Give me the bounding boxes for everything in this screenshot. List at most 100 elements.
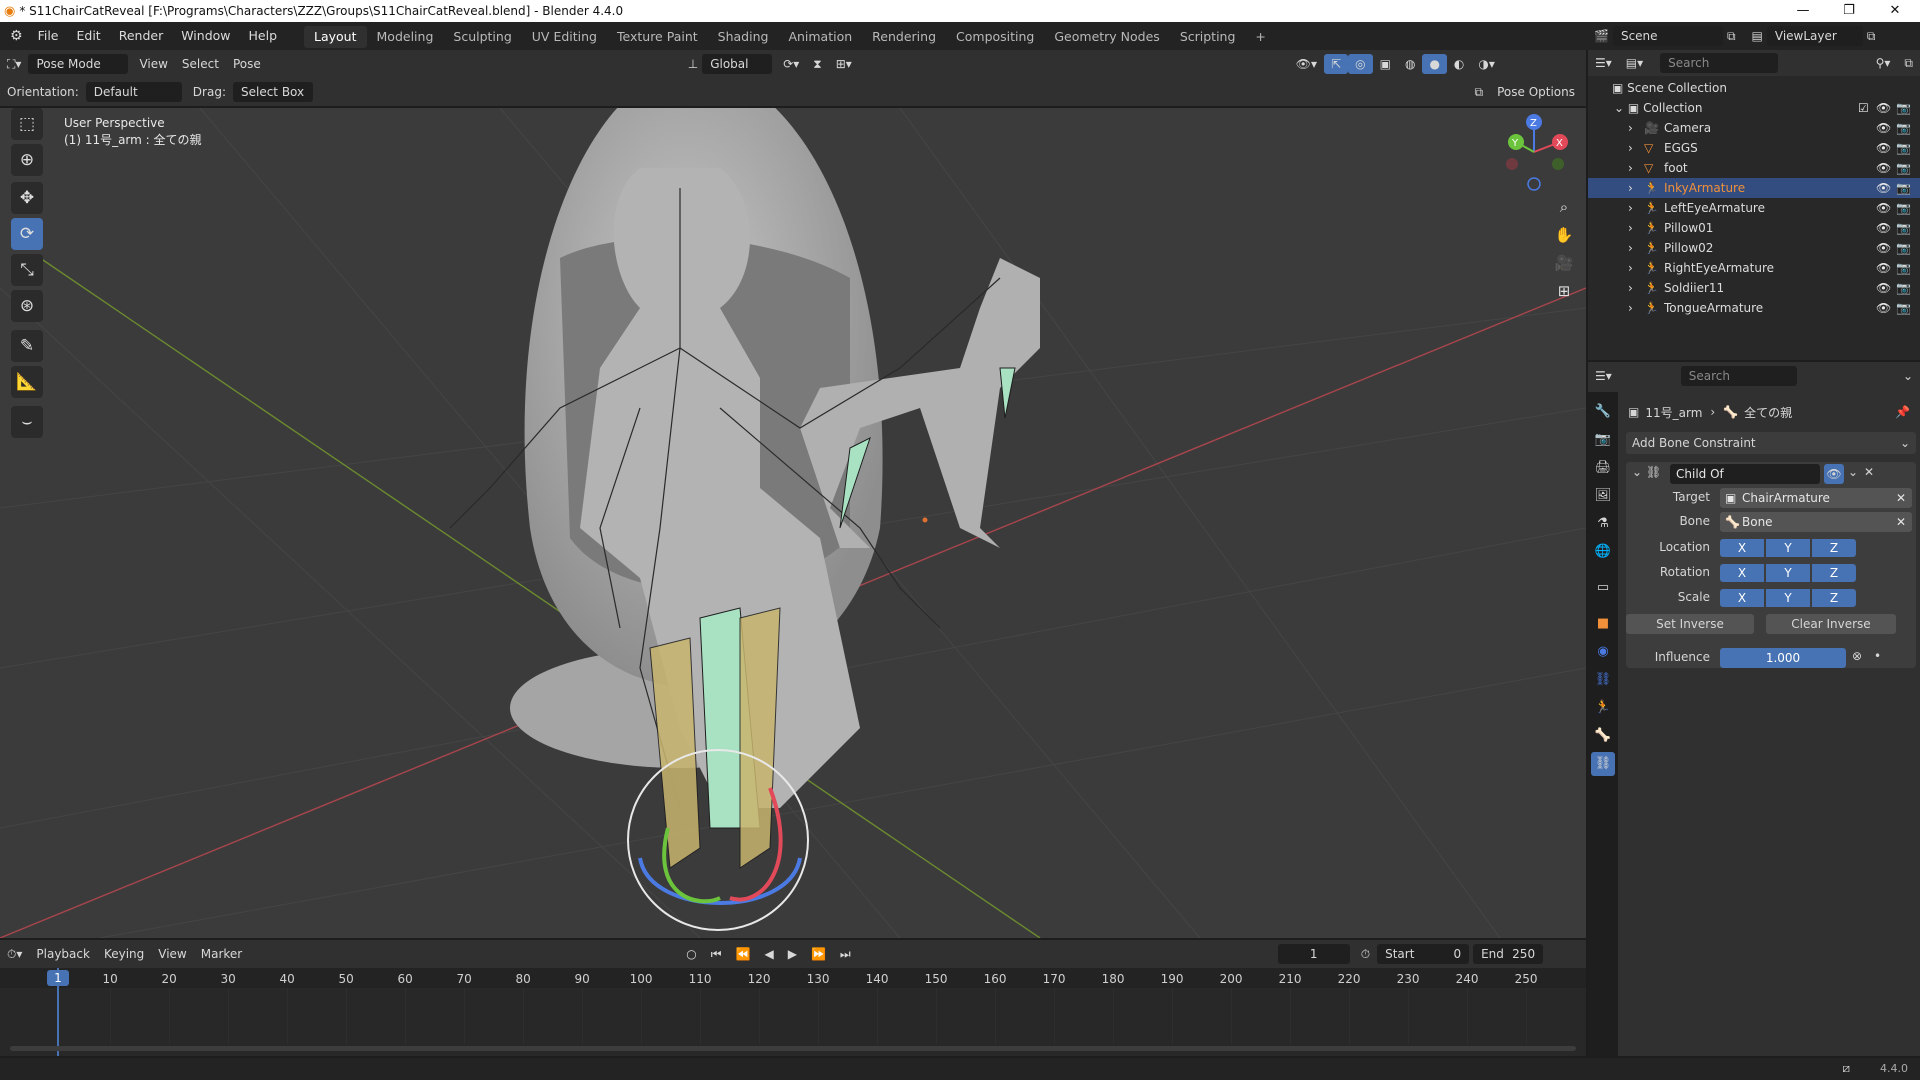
scale-x-toggle[interactable]: X <box>1720 589 1764 607</box>
outliner-item-inkyarmature[interactable]: › 🏃 InkyArmature 👁 📷 <box>1588 178 1920 198</box>
menu-edit[interactable]: Edit <box>67 22 109 50</box>
view-layer-tab-icon[interactable]: 🖼 <box>1591 484 1615 508</box>
expand-icon[interactable]: › <box>1628 178 1633 198</box>
camera-render-icon[interactable]: 📷 <box>1896 258 1911 278</box>
expand-icon[interactable]: › <box>1628 138 1633 158</box>
bone-roll-tool[interactable]: ⌣ <box>11 406 43 438</box>
expand-icon[interactable]: › <box>1628 118 1633 138</box>
eye-icon[interactable]: 👁 <box>1876 258 1891 278</box>
expand-icon[interactable]: › <box>1628 198 1633 218</box>
pan-hand-icon[interactable]: ✋ <box>1551 222 1577 248</box>
tab-sculpting[interactable]: Sculpting <box>443 26 521 48</box>
timeline-view-menu[interactable]: View <box>151 944 193 964</box>
display-mode-icon[interactable]: ▤▾ <box>1619 53 1650 73</box>
end-frame-field[interactable]: End 250 <box>1473 944 1544 964</box>
camera-view-icon[interactable]: 🎥 <box>1551 250 1577 276</box>
collapse-icon[interactable]: ⌄ <box>1632 465 1642 479</box>
play-reverse-icon[interactable]: ◀ <box>757 944 780 964</box>
rotate-tool[interactable]: ⟳ <box>11 218 43 250</box>
camera-render-icon[interactable]: 📷 <box>1896 278 1911 298</box>
viewport-canvas[interactable] <box>0 108 1586 938</box>
exclude-checkbox[interactable]: ☑ <box>1858 98 1869 118</box>
outliner-item-soldiier11[interactable]: › 🏃 Soldiier11 👁 📷 <box>1588 278 1920 298</box>
object-constraint-tab-icon[interactable]: ⛓ <box>1591 668 1615 692</box>
select-menu[interactable]: Select <box>175 54 226 74</box>
outliner-item-foot[interactable]: › ▽ foot 👁 📷 <box>1588 158 1920 178</box>
outliner-search[interactable]: Search <box>1660 53 1779 73</box>
mode-selector[interactable]: Pose Mode <box>28 54 129 74</box>
expand-icon[interactable]: › <box>1628 218 1633 238</box>
expand-icon[interactable]: › <box>1628 158 1633 178</box>
xray-icon[interactable]: ▣ <box>1373 54 1398 74</box>
new-collection-icon[interactable]: ⧉ <box>1897 53 1920 73</box>
target-field[interactable]: ChairArmature ▣ ✕ <box>1720 488 1912 508</box>
scale-z-toggle[interactable]: Z <box>1812 589 1856 607</box>
scene-selector[interactable]: Scene <box>1612 26 1723 46</box>
disable-keep-transform-icon[interactable]: ⊗ <box>1852 649 1862 663</box>
outliner-editor-icon[interactable]: ☰▾ <box>1588 53 1619 73</box>
timeline-editor-icon[interactable]: ⏱▾ <box>0 944 29 964</box>
preview-range-icon[interactable]: ⏱ <box>1354 944 1377 964</box>
close-button[interactable]: ✕ <box>1872 0 1918 22</box>
eye-icon[interactable]: 👁 <box>1876 298 1891 318</box>
output-tab-icon[interactable]: 🖨 <box>1591 456 1615 480</box>
outliner-item-tonguearmature[interactable]: › 🏃 TongueArmature 👁 📷 <box>1588 298 1920 318</box>
editor-type-icon[interactable]: ⛶▾ <box>0 54 28 74</box>
camera-render-icon[interactable]: 📷 <box>1896 298 1911 318</box>
object-tab-icon[interactable]: ■ <box>1591 612 1615 636</box>
gizmo-toggle-icon[interactable]: ⇱ <box>1324 54 1349 74</box>
influence-slider[interactable]: 1.000 <box>1720 648 1846 668</box>
shading-render-icon[interactable]: ◑▾ <box>1471 54 1502 74</box>
playback-menu[interactable]: Playback <box>29 944 97 964</box>
new-scene-icon[interactable]: ⧉ <box>1727 29 1736 44</box>
camera-render-icon[interactable]: 📷 <box>1896 178 1911 198</box>
new-viewlayer-icon[interactable]: ⧉ <box>1867 29 1876 44</box>
tab-layout[interactable]: Layout <box>304 25 367 48</box>
location-y-toggle[interactable]: Y <box>1766 539 1810 557</box>
filter-icon[interactable]: ⚲▾ <box>1869 53 1898 73</box>
expand-icon[interactable]: › <box>1628 238 1633 258</box>
keying-menu[interactable]: Keying <box>97 944 151 964</box>
location-z-toggle[interactable]: Z <box>1812 539 1856 557</box>
cursor-tool[interactable]: ⊕ <box>11 144 43 176</box>
snap-target-icon[interactable]: ⊞▾ <box>829 54 859 74</box>
pose-menu[interactable]: Pose <box>226 54 268 74</box>
outliner-item-lefteyearmature[interactable]: › 🏃 LeftEyeArmature 👁 📷 <box>1588 198 1920 218</box>
scene-collection-row[interactable]: ▣ Scene Collection <box>1588 78 1920 98</box>
properties-search[interactable]: Search <box>1680 366 1797 386</box>
visibility-icon[interactable]: 👁▾ <box>1289 54 1324 74</box>
armature-data-tab-icon[interactable]: 🏃 <box>1591 696 1615 720</box>
pivot-icon[interactable]: ⟳▾ <box>776 54 806 74</box>
eye-icon[interactable]: 👁 <box>1876 98 1891 118</box>
camera-render-icon[interactable]: 📷 <box>1896 218 1911 238</box>
enable-eye-icon[interactable]: 👁 <box>1824 464 1844 484</box>
orientation-selector[interactable]: Default <box>85 82 182 102</box>
outliner-item-pillow01[interactable]: › 🏃 Pillow01 👁 📷 <box>1588 218 1920 238</box>
eye-icon[interactable]: 👁 <box>1876 218 1891 238</box>
eye-icon[interactable]: 👁 <box>1876 238 1891 258</box>
camera-render-icon[interactable]: 📷 <box>1896 238 1911 258</box>
bone-constraint-tab-icon[interactable]: ⛓ <box>1591 752 1615 776</box>
eye-icon[interactable]: 👁 <box>1876 138 1891 158</box>
constraint-name-field[interactable]: Child Of <box>1670 464 1820 484</box>
current-frame-field[interactable]: 1 <box>1277 944 1350 964</box>
rotation-y-toggle[interactable]: Y <box>1766 564 1810 582</box>
blender-menu-icon[interactable]: ⚙ <box>10 28 23 44</box>
collection-row[interactable]: ⌄ ▣ Collection ☑ 👁 📷 <box>1588 98 1920 118</box>
ortho-grid-icon[interactable]: ⊞ <box>1551 278 1577 304</box>
menu-window[interactable]: Window <box>172 22 239 50</box>
expand-icon[interactable]: › <box>1628 278 1633 298</box>
camera-render-icon[interactable]: 📷 <box>1896 138 1911 158</box>
tab-uv-editing[interactable]: UV Editing <box>522 26 607 48</box>
jump-end-icon[interactable]: ⏭ <box>833 944 858 964</box>
tab-scripting[interactable]: Scripting <box>1170 26 1246 48</box>
camera-render-icon[interactable]: 📷 <box>1896 98 1911 118</box>
physics-tab-icon[interactable]: ◉ <box>1591 640 1615 664</box>
scale-tool[interactable]: ⤡ <box>11 254 43 286</box>
location-x-toggle[interactable]: X <box>1720 539 1764 557</box>
bone-tab-icon[interactable]: 🦴 <box>1591 724 1615 748</box>
add-workspace-button[interactable]: + <box>1245 26 1275 48</box>
view-menu[interactable]: View <box>132 54 174 74</box>
tab-compositing[interactable]: Compositing <box>946 26 1044 48</box>
maximize-button[interactable]: ❐ <box>1826 0 1872 22</box>
